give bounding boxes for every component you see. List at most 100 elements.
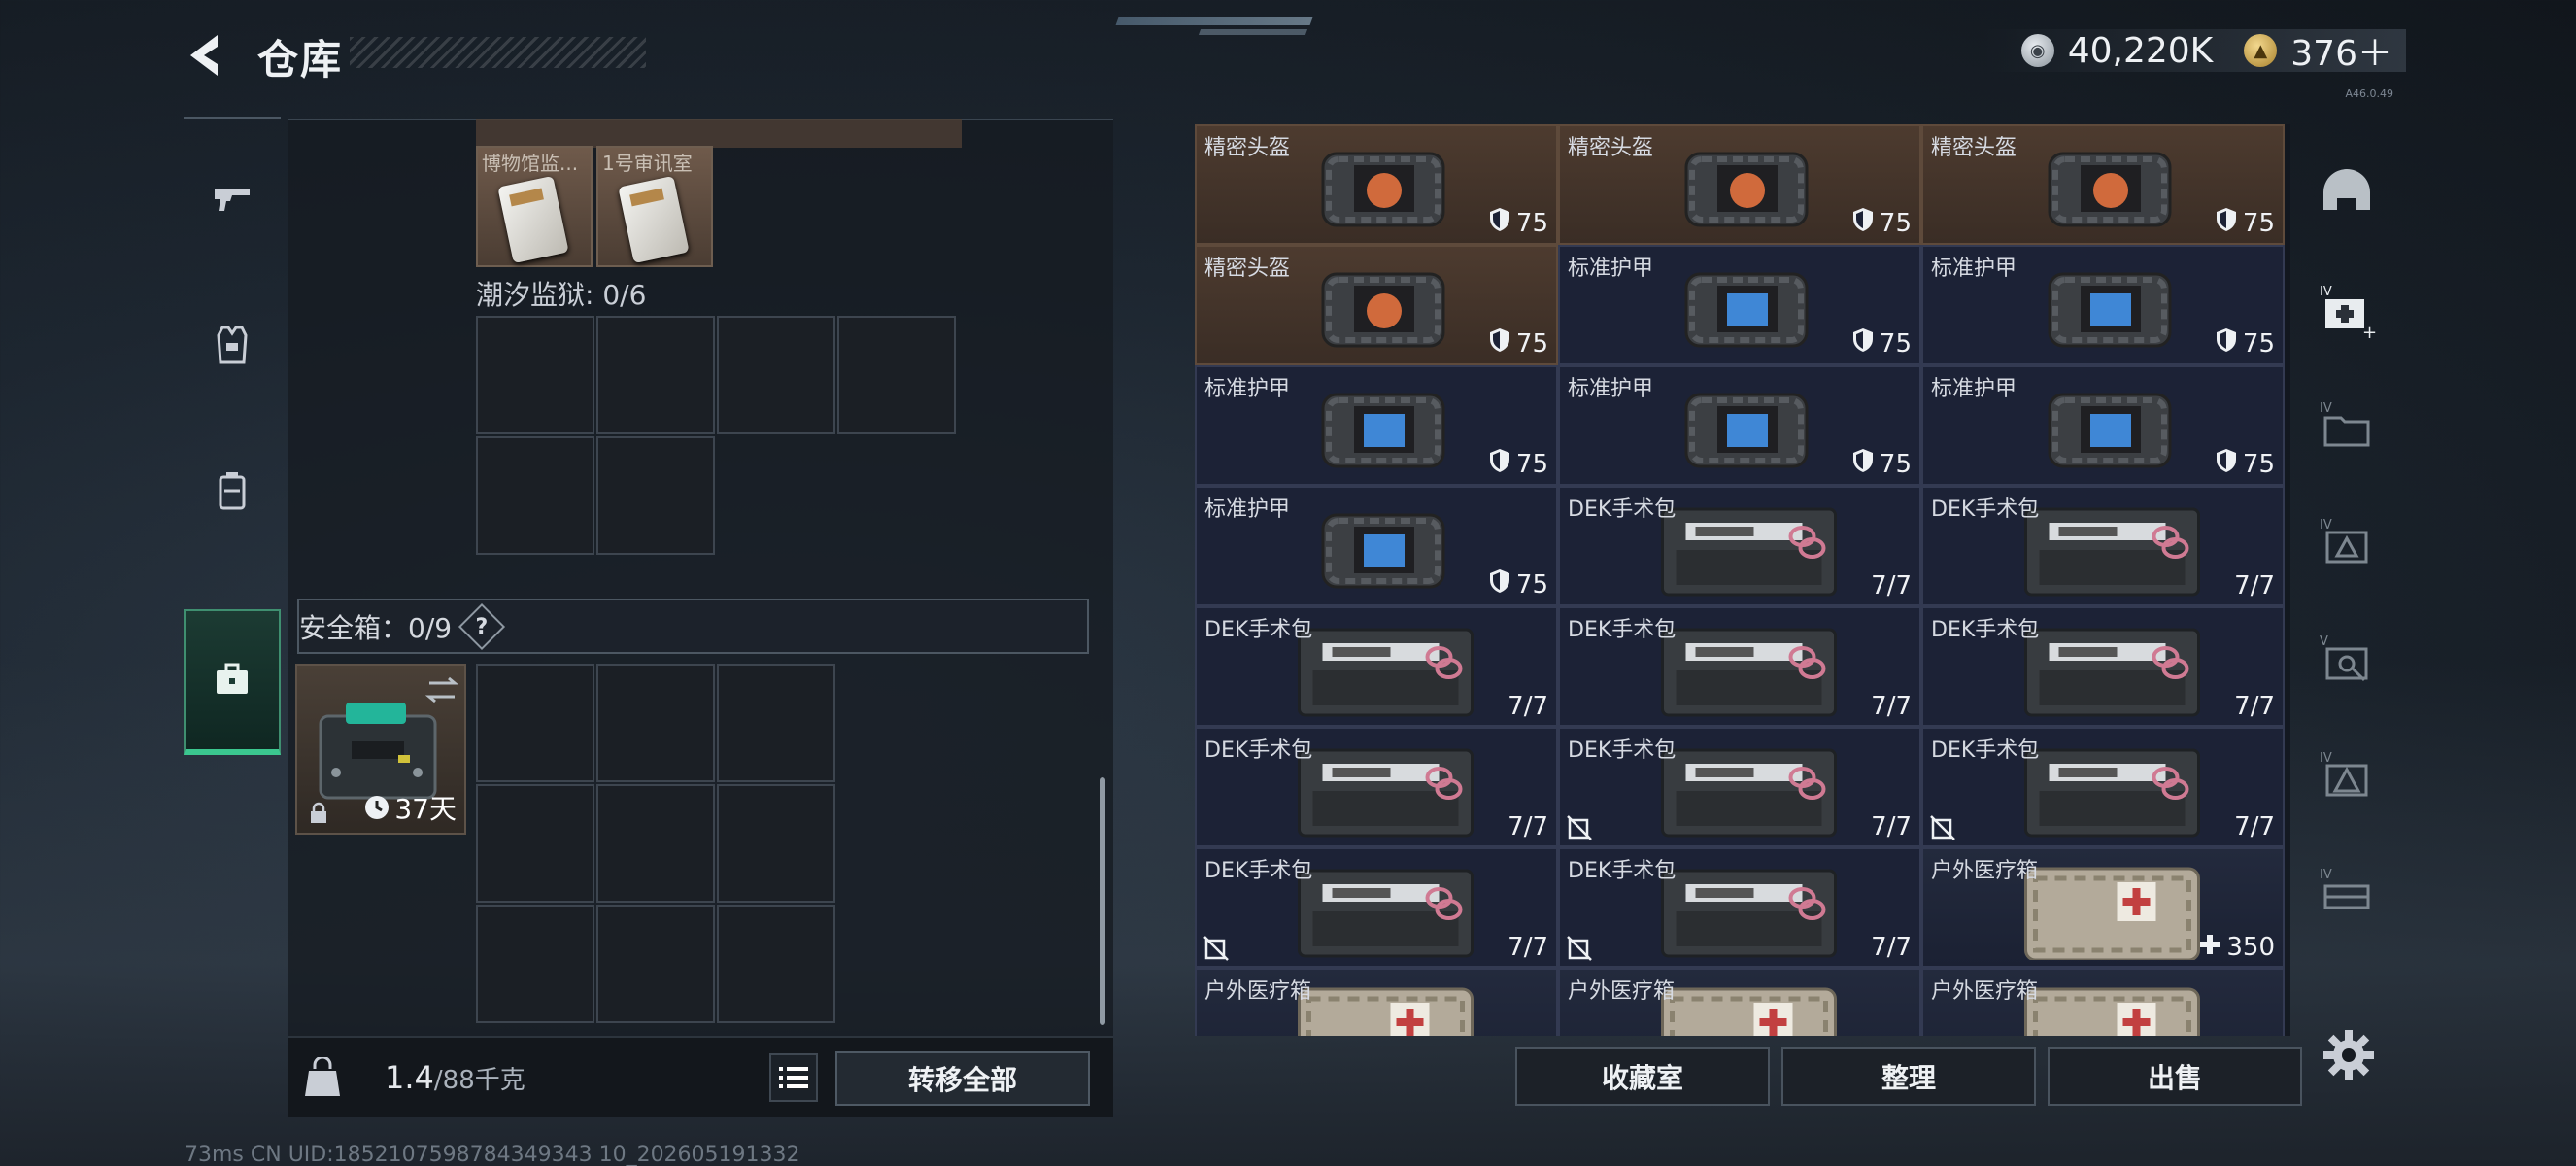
stash-item[interactable]: 精密头盔 75 xyxy=(1921,124,2285,245)
stash-item[interactable]: DEK手术包 7/7 xyxy=(1921,727,2285,847)
svg-text:IV: IV xyxy=(2320,868,2332,882)
no-sell-icon xyxy=(1566,814,1593,841)
stash-item[interactable]: DEK手术包 7/7 xyxy=(1921,606,2285,727)
tab-backpack[interactable] xyxy=(184,420,281,566)
sell-button[interactable]: 出售 xyxy=(2048,1047,2302,1106)
durability-shield-icon xyxy=(2216,327,2237,360)
item-value-text: 350 xyxy=(2226,933,2275,962)
empty-slot[interactable] xyxy=(596,436,715,555)
empty-slot[interactable] xyxy=(476,436,594,555)
item-value: 75 xyxy=(1489,327,1548,360)
filter-warning[interactable]: IV xyxy=(2316,746,2378,808)
stash-item[interactable]: DEK手术包 7/7 xyxy=(1558,847,1921,968)
filter-folder[interactable]: IV xyxy=(2316,396,2378,459)
item-value: 75 xyxy=(2216,448,2275,480)
empty-slot[interactable] xyxy=(717,905,835,1023)
stash-item[interactable]: DEK手术包 7/7 xyxy=(1558,486,1921,606)
filter-misc[interactable]: IV xyxy=(2316,863,2378,925)
category-tab-rail xyxy=(184,117,281,768)
empty-slot[interactable] xyxy=(717,784,835,903)
empty-slot[interactable] xyxy=(717,664,835,782)
item-name: 精密头盔 xyxy=(1568,136,1654,160)
stash-item[interactable]: 户外医疗箱 xyxy=(1921,968,2285,1036)
empty-slot[interactable] xyxy=(837,316,956,434)
filter-tool[interactable]: V xyxy=(2316,630,2378,692)
item-name: 精密头盔 xyxy=(1204,136,1291,160)
keycard-item[interactable]: 博物馆监... xyxy=(476,146,593,267)
folder-icon: IV xyxy=(2320,401,2370,447)
armor-item-icon xyxy=(2042,260,2178,361)
stash-item[interactable]: DEK手术包 7/7 xyxy=(1921,486,2285,606)
item-name: DEK手术包 xyxy=(1204,618,1313,642)
empty-slot[interactable] xyxy=(476,905,594,1023)
scrollbar[interactable] xyxy=(1100,777,1105,1025)
armor-vest-icon xyxy=(209,322,255,372)
stash-grid: 精密头盔 75 精密头盔 75 精密头盔 75 精密头盔 75 标准护甲 75 标准护甲 75 标准护甲… xyxy=(1195,124,2290,1036)
item-value: 75 xyxy=(1489,448,1548,480)
item-value: 7/7 xyxy=(2234,692,2275,721)
settings-button[interactable] xyxy=(2322,1028,2376,1082)
empty-slot[interactable] xyxy=(596,664,715,782)
item-name: 户外医疗箱 xyxy=(1931,859,2039,883)
stash-item[interactable]: DEK手术包 7/7 xyxy=(1558,606,1921,727)
stash-item[interactable]: 户外医疗箱 350 xyxy=(1921,847,2285,968)
stash-item[interactable]: 精密头盔 75 xyxy=(1195,124,1558,245)
item-value-text: 7/7 xyxy=(2234,692,2275,721)
empty-slot[interactable] xyxy=(596,905,715,1023)
stash-item[interactable]: DEK手术包 7/7 xyxy=(1558,727,1921,847)
filter-helmet[interactable] xyxy=(2316,163,2378,225)
item-value: 7/7 xyxy=(2234,571,2275,600)
tab-gear[interactable] xyxy=(184,274,281,420)
item-name: 精密头盔 xyxy=(1931,136,2017,160)
empty-slot[interactable] xyxy=(476,664,594,782)
stash-item[interactable]: 户外医疗箱 xyxy=(1195,968,1558,1036)
medbox-item-icon xyxy=(1294,983,1478,1036)
stash-item[interactable]: 标准护甲 75 xyxy=(1195,365,1558,486)
safe-box-item[interactable]: 37天 xyxy=(295,664,466,835)
tab-safe-box[interactable] xyxy=(184,609,281,755)
help-icon[interactable]: ? xyxy=(458,602,506,650)
stash-item[interactable]: 精密头盔 75 xyxy=(1195,245,1558,365)
stash-item[interactable]: DEK手术包 7/7 xyxy=(1195,606,1558,727)
stash-item[interactable]: 标准护甲 75 xyxy=(1558,365,1921,486)
item-value: 7/7 xyxy=(1871,812,1912,841)
stash-item[interactable]: 标准护甲 75 xyxy=(1921,365,2285,486)
gold-amount[interactable]: 376＋ xyxy=(2290,25,2392,76)
keycard-item[interactable]: 1号审讯室 xyxy=(596,146,713,267)
stash-item[interactable]: DEK手术包 7/7 xyxy=(1195,847,1558,968)
stash-item[interactable]: 标准护甲 75 xyxy=(1558,245,1921,365)
durability-shield-icon xyxy=(1852,207,1874,239)
transfer-all-button[interactable]: 转移全部 xyxy=(835,1051,1090,1106)
stash-item[interactable]: 标准护甲 75 xyxy=(1195,486,1558,606)
no-sell-icon xyxy=(1203,935,1230,962)
stash-item[interactable]: DEK手术包 7/7 xyxy=(1195,727,1558,847)
status-line: 73ms CN UID:1852107598784349343 10_20260… xyxy=(185,1143,800,1166)
stash-item[interactable]: 标准护甲 75 xyxy=(1921,245,2285,365)
filter-medical[interactable]: IV + xyxy=(2316,280,2378,342)
stash-item[interactable]: 精密头盔 75 xyxy=(1558,124,1921,245)
empty-slot[interactable] xyxy=(476,784,594,903)
tab-weapons[interactable] xyxy=(184,128,281,274)
empty-slot[interactable] xyxy=(596,316,715,434)
gun-icon xyxy=(209,176,255,226)
back-button[interactable] xyxy=(181,29,233,82)
list-view-button[interactable] xyxy=(769,1053,818,1102)
item-value-text: 7/7 xyxy=(1871,571,1912,600)
item-value-text: 75 xyxy=(1515,449,1548,479)
filter-armor[interactable]: IV xyxy=(2316,513,2378,575)
gear-icon xyxy=(2323,1030,2374,1080)
item-value: 75 xyxy=(2216,327,2275,360)
stash-item[interactable]: 户外医疗箱 xyxy=(1558,968,1921,1036)
medbox-item-icon xyxy=(2020,863,2205,964)
empty-slot[interactable] xyxy=(476,316,594,434)
weight-bar: 1.4/88千克 转移全部 xyxy=(288,1036,1113,1117)
sort-button[interactable]: 整理 xyxy=(1781,1047,2036,1106)
item-value: 75 xyxy=(1852,327,1912,360)
empty-slot[interactable] xyxy=(717,316,835,434)
item-value: 75 xyxy=(2216,207,2275,239)
empty-slot[interactable] xyxy=(596,784,715,903)
item-value: 7/7 xyxy=(1508,933,1548,962)
medkit-icon: IV + xyxy=(2320,285,2376,340)
collection-room-button[interactable]: 收藏室 xyxy=(1515,1047,1770,1106)
safe-box-bar: 安全箱：0/9 ? xyxy=(297,599,1089,654)
